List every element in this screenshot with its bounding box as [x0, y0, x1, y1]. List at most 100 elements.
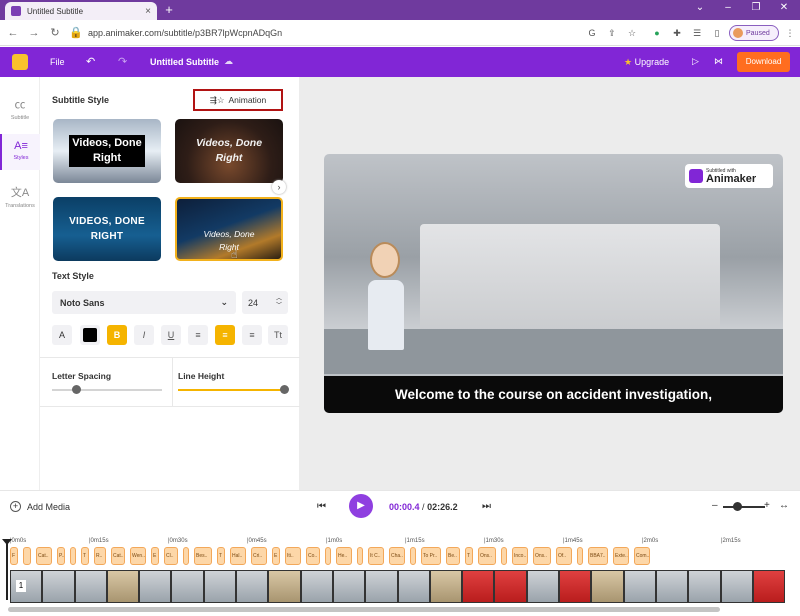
scene-thumbnail[interactable]: [43, 571, 74, 602]
subtitle-block[interactable]: Cri..: [251, 547, 267, 565]
play-button[interactable]: ▶: [349, 494, 373, 518]
subtitle-block[interactable]: [577, 547, 583, 565]
subtitle-caption[interactable]: Welcome to the course on accident invest…: [324, 376, 783, 413]
reading-list-icon[interactable]: ☰: [690, 26, 704, 40]
scene-thumbnail[interactable]: [656, 571, 688, 602]
scene-thumbnail[interactable]: [75, 571, 106, 602]
upgrade-button[interactable]: ★ Upgrade: [624, 57, 669, 68]
subtitle-block[interactable]: Exte..: [613, 547, 629, 565]
align-center-icon[interactable]: ≡: [215, 325, 235, 345]
profile-paused-chip[interactable]: Paused: [729, 25, 779, 41]
italic-icon[interactable]: I: [134, 325, 154, 345]
subtitle-block[interactable]: Cat..: [111, 547, 125, 565]
file-menu[interactable]: File: [50, 57, 65, 67]
reload-icon[interactable]: ↻: [47, 26, 63, 39]
preview-play-icon[interactable]: ▷: [692, 56, 699, 67]
subtitle-block[interactable]: [410, 547, 416, 565]
subtitle-block[interactable]: [501, 547, 507, 565]
subtitle-block[interactable]: Com..: [634, 547, 650, 565]
text-case-icon[interactable]: Tt: [268, 325, 288, 345]
scene-thumbnail[interactable]: [140, 571, 171, 602]
minimize-icon[interactable]: –: [718, 2, 738, 13]
back-icon[interactable]: ←: [5, 27, 21, 39]
scene-thumbnail[interactable]: [560, 571, 591, 602]
scene-thumbnail[interactable]: [172, 571, 203, 602]
window-close-icon[interactable]: ✕: [774, 2, 794, 13]
extensions-puzzle-icon[interactable]: ✚: [670, 26, 684, 40]
undo-icon[interactable]: ↶: [86, 55, 95, 68]
skip-forward-icon[interactable]: ⏭: [482, 501, 491, 512]
letter-spacing-slider[interactable]: [52, 389, 162, 391]
letter-spacing-thumb[interactable]: [72, 385, 81, 394]
subtitle-block[interactable]: [70, 547, 76, 565]
style-card-2[interactable]: Videos, Done Right: [175, 119, 283, 183]
subtitle-block[interactable]: Wen..: [130, 547, 146, 565]
subtitle-block[interactable]: P..: [57, 547, 65, 565]
browser-tab[interactable]: Untitled Subtitle ×: [5, 2, 157, 20]
chevron-right-icon[interactable]: ›: [272, 180, 286, 194]
bold-icon[interactable]: B: [107, 325, 127, 345]
style-card-1[interactable]: Videos, Done Right: [53, 119, 161, 183]
timeline-scrollbar[interactable]: [8, 607, 720, 612]
subtitle-block[interactable]: F: [10, 547, 18, 565]
url-field[interactable]: app.animaker.com/subtitle/p3BR7lpWcpnADq…: [80, 24, 640, 42]
grammarly-icon[interactable]: ●: [650, 26, 664, 40]
scene-filmstrip[interactable]: [10, 570, 785, 603]
subtitle-block[interactable]: Cl..: [164, 547, 178, 565]
subtitle-block[interactable]: Co..: [306, 547, 320, 565]
scene-thumbnail[interactable]: [689, 571, 720, 602]
subtitle-block[interactable]: Bes..: [194, 547, 212, 565]
scene-thumbnail[interactable]: [624, 571, 655, 602]
scene-thumbnail[interactable]: [398, 571, 429, 602]
scene-thumbnail[interactable]: [495, 571, 526, 602]
subtitle-block[interactable]: Of..: [556, 547, 572, 565]
subtitle-block[interactable]: Ons..: [533, 547, 551, 565]
scene-thumbnail[interactable]: [463, 571, 494, 602]
playhead[interactable]: [6, 540, 8, 600]
scene-thumbnail[interactable]: [333, 571, 365, 602]
redo-icon[interactable]: ↷: [118, 55, 127, 68]
subtitle-block[interactable]: [325, 547, 331, 565]
rail-item-subtitle[interactable]: ㏄ Subtitle: [0, 96, 40, 121]
scene-thumbnail[interactable]: [204, 571, 236, 602]
project-title[interactable]: Untitled Subtitle: [150, 57, 219, 67]
forward-icon[interactable]: →: [26, 27, 42, 39]
underline-icon[interactable]: U: [161, 325, 181, 345]
subtitle-block[interactable]: T: [465, 547, 473, 565]
scene-thumbnail[interactable]: [301, 571, 332, 602]
rail-item-styles[interactable]: A≡ Styles: [0, 134, 40, 170]
maximize-icon[interactable]: ❐: [746, 2, 766, 13]
style-card-3[interactable]: VIDEOS, DONE RIGHT: [53, 197, 161, 261]
side-panel-icon[interactable]: ▯: [710, 26, 724, 40]
subtitle-block[interactable]: Cha..: [389, 547, 405, 565]
expand-timeline-icon[interactable]: ↔: [779, 500, 789, 511]
subtitle-block[interactable]: T: [217, 547, 225, 565]
chrome-menu-icon[interactable]: ⋮: [783, 26, 797, 40]
download-button[interactable]: Download: [737, 52, 790, 72]
scene-thumbnail[interactable]: [430, 571, 462, 602]
skip-back-icon[interactable]: ⏮: [317, 501, 326, 512]
google-icon[interactable]: G: [585, 26, 599, 40]
subtitle-block[interactable]: Iti..: [285, 547, 301, 565]
subtitle-block[interactable]: E: [151, 547, 159, 565]
stepper-arrows-icon[interactable]: ︿ ﹀: [276, 296, 282, 310]
zoom-out-icon[interactable]: –: [712, 500, 718, 511]
scene-thumbnail[interactable]: [107, 571, 139, 602]
video-preview[interactable]: Subtitled with Animaker Welcome to the c…: [324, 154, 783, 413]
subtitle-block[interactable]: [183, 547, 189, 565]
subtitle-block[interactable]: [23, 547, 31, 565]
text-color-icon[interactable]: A: [52, 325, 72, 345]
zoom-in-icon[interactable]: +: [764, 500, 770, 511]
scene-thumbnail[interactable]: [721, 571, 752, 602]
zoom-slider-thumb[interactable]: [733, 502, 742, 511]
scene-thumbnail[interactable]: [527, 571, 559, 602]
subtitle-block[interactable]: E: [272, 547, 280, 565]
new-tab-icon[interactable]: +: [162, 2, 176, 18]
subtitle-block[interactable]: It C..: [368, 547, 384, 565]
scene-thumbnail[interactable]: [753, 571, 785, 602]
style-card-4-selected[interactable]: Videos, Done Right: [175, 197, 283, 261]
background-color-swatch[interactable]: [80, 325, 100, 345]
rail-item-translations[interactable]: 文A Translations: [0, 184, 40, 209]
subtitle-block[interactable]: BBA7..: [588, 547, 608, 565]
share-page-icon[interactable]: ⇪: [605, 26, 619, 40]
